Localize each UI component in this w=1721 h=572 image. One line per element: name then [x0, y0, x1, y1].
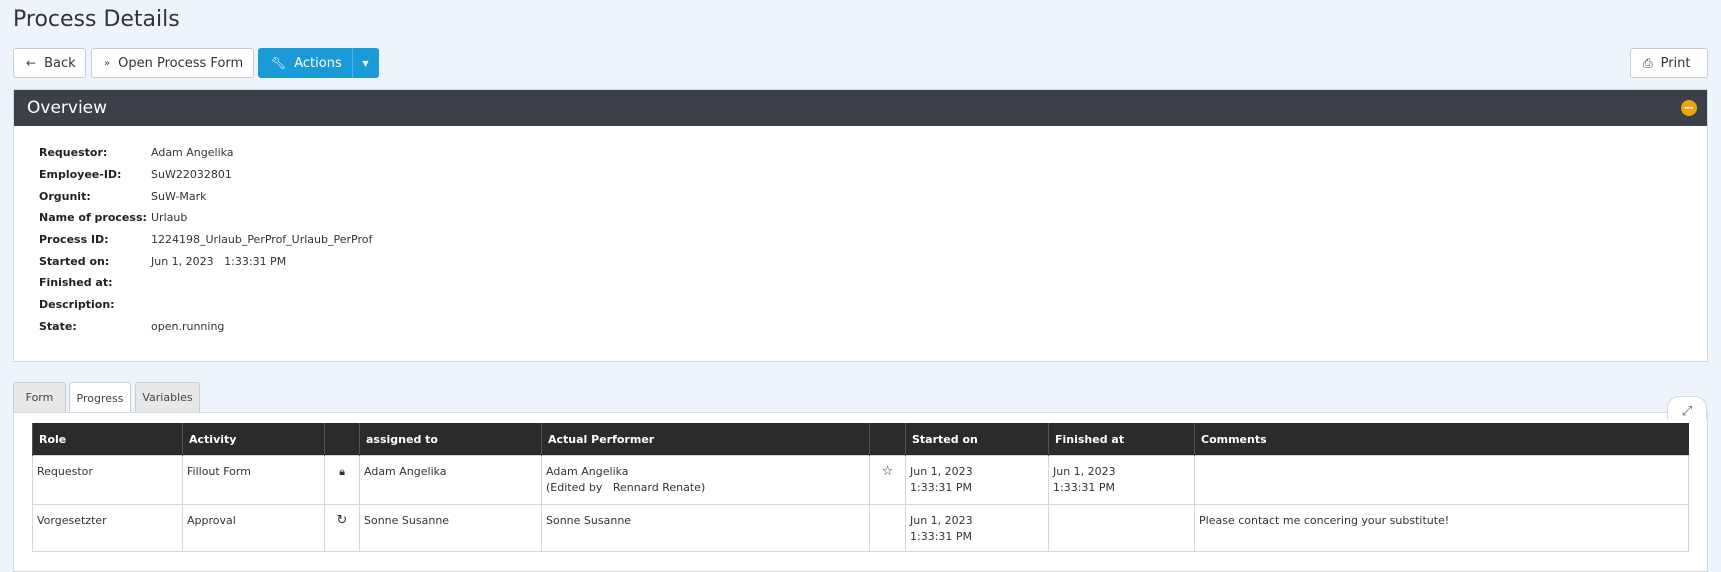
detail-value: Urlaub	[151, 211, 188, 225]
detail-row-process-name: Name of process: Urlaub	[39, 207, 372, 229]
detail-value: Jun 1, 2023 1:33:31 PM	[151, 254, 287, 268]
finished-date: Jun 1, 2023	[1053, 465, 1116, 478]
table-row[interactable]: Requestor Fillout Form 🔒︎ Adam Angelika …	[32, 455, 1689, 505]
printer-icon: ⎙	[1643, 55, 1653, 70]
column-header-flag	[869, 423, 906, 456]
cell-activity: Approval	[182, 504, 325, 552]
detail-label: Orgunit:	[39, 189, 91, 203]
cell-status: 🔒︎	[324, 455, 360, 505]
cell-flag	[869, 504, 906, 552]
detail-row-process-id: Process ID: 1224198_Urlaub_PerProf_Urlau…	[39, 229, 372, 251]
collapse-icon[interactable]: −	[1681, 100, 1697, 116]
column-header-finished-at[interactable]: Finished at	[1048, 423, 1195, 456]
started-date: Jun 1, 2023	[910, 465, 973, 478]
back-button-label: Back	[44, 55, 76, 71]
arrow-left-icon: ←	[26, 56, 37, 70]
tab-progress[interactable]: Progress	[69, 382, 131, 413]
refresh-icon: ↻	[336, 513, 348, 528]
column-header-status	[324, 423, 360, 456]
overview-title: Overview	[27, 98, 108, 118]
cell-activity: Fillout Form	[182, 455, 325, 505]
overview-header: Overview −	[14, 90, 1707, 126]
performer-name: Sonne Susanne	[546, 514, 632, 527]
started-time: 1:33:31 PM	[910, 530, 973, 543]
column-header-actual-performer[interactable]: Actual Performer	[541, 423, 870, 456]
cell-finished-at: Jun 1, 2023 1:33:31 PM	[1048, 455, 1195, 505]
detail-row-started-on: Started on: Jun 1, 2023 1:33:31 PM	[39, 250, 372, 272]
open-process-form-button[interactable]: » Open Process Form	[91, 48, 254, 78]
detail-label: Requestor:	[39, 146, 108, 160]
detail-row-description: Description:	[39, 294, 372, 316]
column-header-role[interactable]: Role	[32, 423, 183, 456]
detail-value: SuW22032801	[151, 168, 232, 182]
detail-value: SuW-Mark	[151, 189, 207, 203]
detail-row-state: State: open.running	[39, 316, 372, 338]
cell-started-on: Jun 1, 2023 1:33:31 PM	[905, 504, 1049, 552]
cell-started-on: Jun 1, 2023 1:33:31 PM	[905, 455, 1049, 505]
column-header-started-on[interactable]: Started on	[905, 423, 1049, 456]
cell-actual-performer: Sonne Susanne	[541, 504, 870, 552]
detail-label: Description:	[39, 298, 115, 312]
back-button[interactable]: ← Back	[13, 48, 86, 78]
cell-status: ↻	[324, 504, 360, 552]
performer-edited-note: (Edited by Rennard Renate)	[546, 481, 706, 494]
detail-row-finished-at: Finished at:	[39, 272, 372, 294]
star-outline-icon[interactable]: ☆	[882, 464, 894, 479]
detail-label: Employee-ID:	[39, 168, 122, 182]
cell-assigned-to: Sonne Susanne	[359, 504, 542, 552]
column-header-assigned-to[interactable]: assigned to	[359, 423, 542, 456]
cell-role: Requestor	[32, 455, 183, 505]
detail-label: Name of process:	[39, 211, 147, 225]
detail-row-employee-id: Employee-ID: SuW22032801	[39, 164, 372, 186]
column-header-activity[interactable]: Activity	[182, 423, 325, 456]
cell-finished-at	[1048, 504, 1195, 552]
detail-label: Finished at:	[39, 276, 113, 290]
actions-button-label: Actions	[294, 55, 342, 71]
detail-row-orgunit: Orgunit: SuW-Mark	[39, 185, 372, 207]
detail-value: 1224198_Urlaub_PerProf_Urlaub_PerProf	[151, 233, 373, 247]
finished-time: 1:33:31 PM	[1053, 481, 1116, 494]
cell-role: Vorgesetzter	[32, 504, 183, 552]
detail-label: State:	[39, 319, 77, 333]
print-button[interactable]: ⎙ Print	[1630, 48, 1708, 78]
open-process-form-label: Open Process Form	[118, 55, 244, 71]
cell-comments	[1194, 455, 1689, 505]
overview-panel: Overview − Requestor: Adam Angelika Empl…	[13, 89, 1708, 362]
cell-actual-performer: Adam Angelika (Edited by Rennard Renate)	[541, 455, 870, 505]
performer-name: Adam Angelika	[546, 465, 629, 478]
wrench-icon: 🔧︎	[271, 56, 287, 70]
progress-table: Role Activity assigned to Actual Perform…	[32, 423, 1689, 552]
detail-row-requestor: Requestor: Adam Angelika	[39, 142, 372, 164]
double-chevron-down-icon: »	[104, 57, 111, 69]
detail-value: open.running	[151, 319, 225, 333]
expand-icon[interactable]: ⤢	[1667, 396, 1707, 419]
table-row[interactable]: Vorgesetzter Approval ↻ Sonne Susanne So…	[32, 504, 1689, 552]
cell-assigned-to: Adam Angelika	[359, 455, 542, 505]
page-title: Process Details	[13, 7, 180, 32]
started-time: 1:33:31 PM	[910, 481, 973, 494]
print-button-label: Print	[1660, 55, 1691, 71]
column-header-comments[interactable]: Comments	[1194, 423, 1689, 456]
cell-flag[interactable]: ☆	[869, 455, 906, 505]
caret-down-icon: ▼	[362, 58, 369, 68]
started-date: Jun 1, 2023	[910, 514, 973, 527]
detail-value: Adam Angelika	[151, 146, 234, 160]
tab-form[interactable]: Form	[13, 382, 66, 412]
detail-label: Process ID:	[39, 233, 109, 247]
actions-button[interactable]: 🔧︎ Actions	[258, 48, 352, 78]
table-header-row: Role Activity assigned to Actual Perform…	[32, 423, 1689, 456]
detail-label: Started on:	[39, 254, 110, 268]
actions-dropdown-toggle[interactable]: ▼	[352, 48, 379, 78]
lock-icon: 🔒︎	[339, 465, 345, 478]
cell-comments: Please contact me concering your substit…	[1194, 504, 1689, 552]
overview-details: Requestor: Adam Angelika Employee-ID: Su…	[39, 142, 372, 337]
tab-variables[interactable]: Variables	[135, 382, 200, 412]
